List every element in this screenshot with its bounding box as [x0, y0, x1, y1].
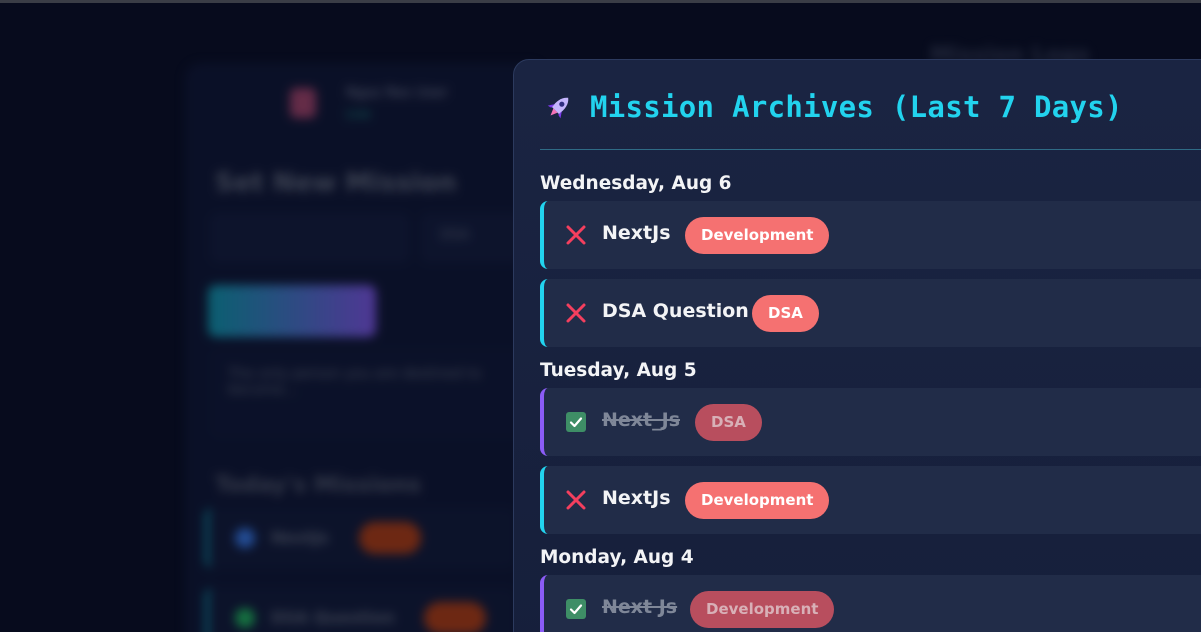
category-tag: DSA: [752, 295, 819, 332]
background-row-pill: [359, 522, 421, 554]
user-name: Ngoz Rex User: [346, 85, 448, 101]
day-label: Tuesday, Aug 5: [540, 360, 697, 381]
background-row-pill: [424, 602, 486, 632]
rocket-icon: [547, 97, 569, 119]
failed-x-icon: [566, 225, 586, 245]
category-tag: Development: [690, 591, 835, 628]
mission-name: Next_Js: [602, 409, 681, 431]
mission-name: NextJs: [602, 487, 671, 509]
mission-archives-modal: Mission Archives (Last 7 Days) Wednesday…: [513, 59, 1201, 632]
set-mission-title: Set New Mission: [215, 168, 457, 198]
header-divider: [540, 149, 1201, 150]
modal-header: Mission Archives (Last 7 Days): [544, 90, 1123, 124]
background-row-name: DSA Question: [271, 608, 395, 627]
category-select: DSA: [420, 213, 520, 263]
background-row: NextJs: [205, 508, 515, 568]
category-tag: DSA: [695, 404, 762, 441]
add-mission-button: [208, 285, 376, 337]
mission-item[interactable]: Next_Js DSA: [540, 388, 1201, 456]
mission-name: Next Js: [602, 596, 678, 618]
day-label: Monday, Aug 4: [540, 547, 694, 568]
mission-item[interactable]: NextJs Development: [540, 201, 1201, 269]
user-status: Live: [346, 107, 371, 121]
mission-item[interactable]: Next Js Development: [540, 575, 1201, 632]
failed-x-icon: [566, 490, 586, 510]
mission-input: [210, 213, 410, 263]
day-label: Wednesday, Aug 6: [540, 173, 732, 194]
avatar: [290, 88, 316, 118]
mission-name: NextJs: [602, 222, 671, 244]
quote-box: The only person you are destined to beco…: [210, 348, 540, 438]
completed-check-icon: [566, 412, 586, 432]
mission-name: DSA Question: [602, 300, 749, 322]
failed-x-icon: [566, 303, 586, 323]
background-user-header: Ngoz Rex User Live: [290, 85, 448, 121]
mission-item[interactable]: DSA Question DSA: [540, 279, 1201, 347]
background-row-name: NextJs: [271, 528, 329, 547]
background-row: DSA Question: [205, 588, 515, 632]
category-tag: Development: [685, 482, 830, 519]
todays-missions-title: Today's Missions: [215, 473, 421, 498]
status-dot-icon: [235, 608, 255, 628]
mission-item[interactable]: NextJs Development: [540, 466, 1201, 534]
modal-title: Mission Archives (Last 7 Days): [590, 90, 1123, 124]
category-tag: Development: [685, 217, 830, 254]
status-dot-icon: [235, 528, 255, 548]
completed-check-icon: [566, 599, 586, 619]
